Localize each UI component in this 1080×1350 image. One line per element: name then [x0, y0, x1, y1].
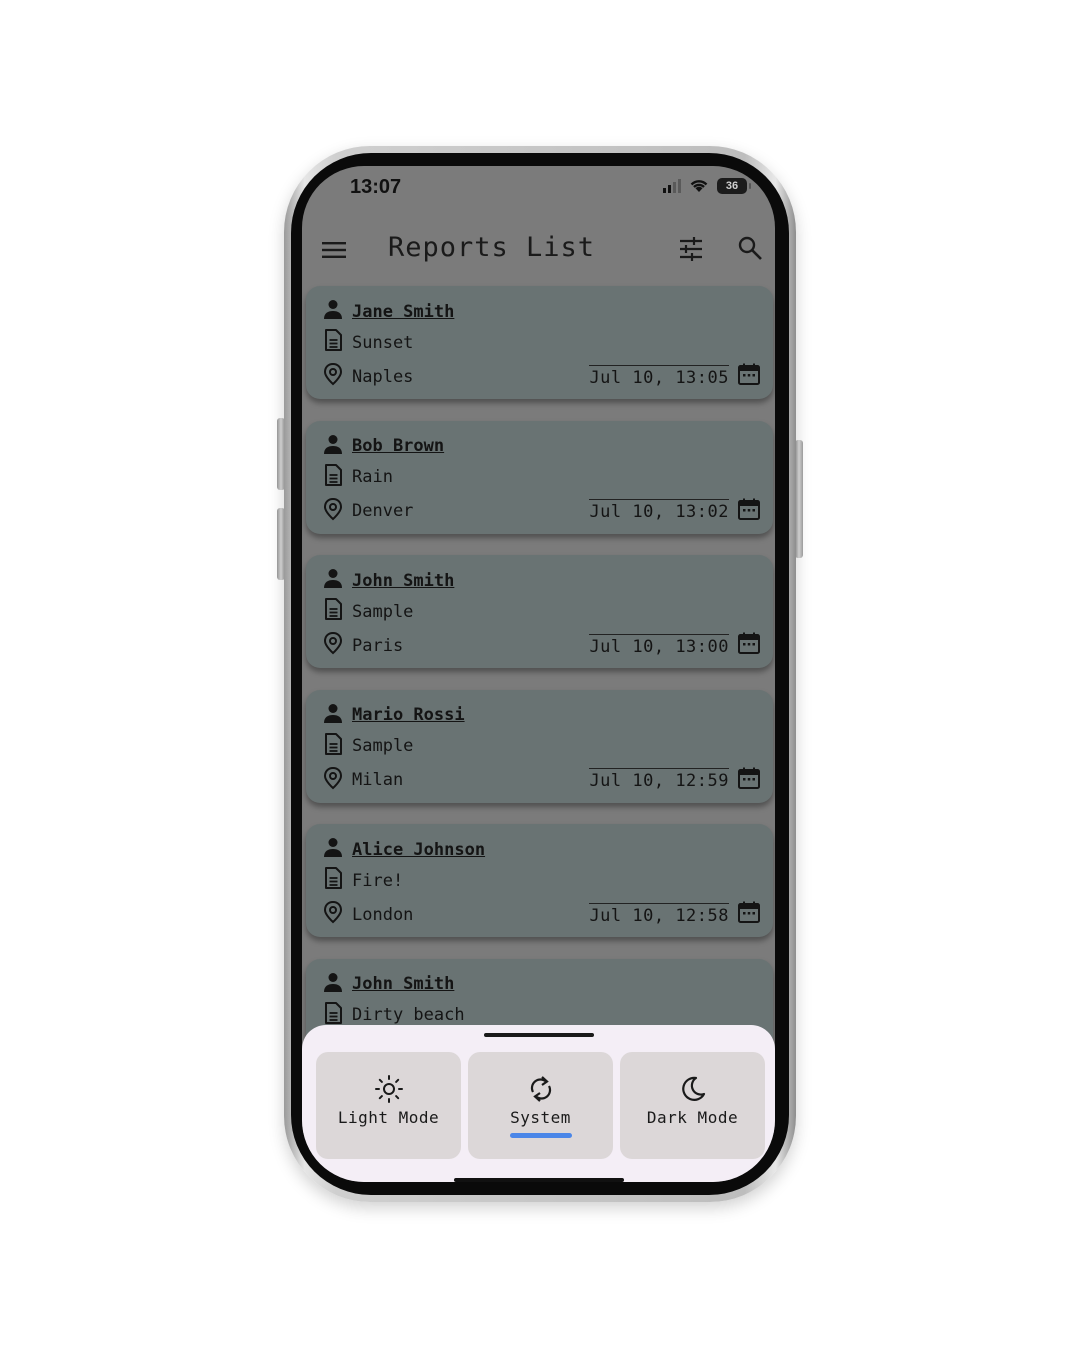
selected-indicator	[509, 1133, 572, 1138]
sheet-drag-handle[interactable]	[484, 1033, 594, 1037]
document-icon	[322, 732, 344, 761]
person-icon	[322, 836, 344, 863]
calendar-icon[interactable]	[737, 900, 761, 928]
light-mode-label: Light Mode	[337, 1108, 440, 1127]
system-mode-option[interactable]: System	[468, 1052, 613, 1159]
report-title-row: Sunset	[322, 328, 413, 357]
location-row: Naples	[322, 362, 413, 391]
dark-mode-option[interactable]: Dark Mode	[620, 1052, 765, 1159]
report-title: Fire!	[352, 870, 404, 891]
status-time: 13:07	[350, 176, 402, 198]
report-location: Naples	[352, 366, 414, 387]
report-location: London	[352, 904, 414, 925]
person-icon	[322, 567, 344, 594]
report-date: Jul 10, 13:02	[589, 499, 729, 522]
app-bar: Reports List	[302, 222, 775, 278]
report-title-row: Sample	[322, 597, 413, 626]
calendar-icon[interactable]	[737, 362, 761, 390]
person-icon	[322, 702, 344, 729]
location-row: Denver	[322, 497, 413, 526]
location-pin-icon	[322, 631, 344, 660]
report-title: Sample	[352, 736, 414, 756]
battery-level: 36	[725, 180, 739, 192]
dark-mode-label: Dark Mode	[646, 1108, 739, 1127]
report-date: Jul 10, 12:58	[589, 902, 729, 926]
person-icon	[322, 298, 344, 325]
report-title: Sunset	[352, 332, 414, 353]
reporter-row: John Smith	[322, 971, 454, 998]
location-pin-icon	[322, 766, 344, 795]
report-date: Jul 10, 13:05	[589, 364, 729, 388]
reporter-name[interactable]: Jane Smith	[352, 302, 454, 322]
reporter-name[interactable]: Mario Rossi	[352, 705, 465, 725]
report-card[interactable]: Bob Brown Rain Denver Jul 10, 13:02	[306, 420, 773, 534]
status-icons: 36	[663, 178, 751, 194]
search-icon[interactable]	[736, 234, 764, 262]
report-card[interactable]: Jane Smith Sunset Naples Jul 10, 13:05	[306, 286, 773, 399]
date-row: Jul 10, 13:00	[589, 631, 761, 659]
report-card[interactable]: John Smith Sample Paris Jul 10, 13:00	[306, 555, 773, 668]
person-icon	[322, 971, 344, 998]
page-title: Reports List	[388, 232, 596, 263]
document-icon	[322, 463, 344, 492]
location-row: London	[322, 900, 413, 929]
reporter-row: Bob Brown	[322, 433, 444, 460]
reporter-row: Alice Johnson	[322, 836, 485, 863]
phone-screen: 13:07 36 Reports List Jane Smith Sunset …	[302, 166, 775, 1182]
signal-icon	[663, 179, 681, 193]
sun-icon	[374, 1075, 403, 1103]
report-title: Sample	[352, 601, 414, 622]
location-pin-icon	[322, 900, 344, 929]
report-card[interactable]: Alice Johnson Fire! London Jul 10, 12:58	[306, 824, 773, 937]
calendar-icon[interactable]	[737, 766, 761, 794]
reporter-name[interactable]: John Smith	[352, 571, 454, 591]
location-pin-icon	[322, 497, 344, 526]
person-icon	[322, 433, 344, 460]
location-row: Milan	[322, 766, 403, 795]
date-row: Jul 10, 12:58	[589, 900, 761, 928]
reporter-row: John Smith	[322, 567, 454, 594]
report-title: Rain	[352, 467, 393, 487]
location-row: Paris	[322, 631, 403, 660]
report-title-row: Fire!	[322, 866, 403, 895]
home-indicator	[454, 1178, 624, 1182]
power-button	[795, 440, 803, 558]
reporter-name[interactable]: John Smith	[352, 974, 454, 994]
calendar-icon[interactable]	[737, 631, 761, 659]
report-title: Dirty beach	[352, 1005, 465, 1025]
document-icon	[322, 328, 344, 357]
menu-icon[interactable]	[320, 236, 348, 264]
date-row: Jul 10, 13:05	[589, 362, 761, 390]
sync-icon	[530, 1076, 551, 1102]
report-date: Jul 10, 12:59	[589, 768, 729, 791]
report-location: Milan	[352, 770, 404, 790]
document-icon	[322, 597, 344, 626]
wifi-icon	[690, 180, 708, 192]
reporter-name[interactable]: Bob Brown	[352, 436, 444, 456]
tune-icon[interactable]	[676, 234, 706, 264]
calendar-icon[interactable]	[737, 497, 761, 525]
date-row: Jul 10, 12:59	[589, 766, 761, 794]
date-row: Jul 10, 13:02	[589, 497, 761, 525]
report-title-row: Sample	[322, 732, 413, 761]
report-card[interactable]: Mario Rossi Sample Milan Jul 10, 12:59	[306, 689, 773, 803]
location-pin-icon	[322, 362, 344, 391]
reporter-name[interactable]: Alice Johnson	[352, 840, 485, 860]
report-location: Denver	[352, 501, 414, 521]
report-date: Jul 10, 13:00	[589, 633, 729, 657]
theme-bottom-sheet: Light Mode System Dark Mode	[302, 1025, 775, 1182]
system-mode-label: System	[510, 1108, 571, 1127]
reporter-row: Jane Smith	[322, 298, 454, 325]
report-location: Paris	[352, 635, 404, 656]
report-title-row: Rain	[322, 463, 393, 492]
moon-icon	[681, 1076, 705, 1101]
light-mode-option[interactable]: Light Mode	[316, 1052, 461, 1159]
reporter-row: Mario Rossi	[322, 702, 465, 729]
document-icon	[322, 866, 344, 895]
battery-icon: 36	[717, 178, 751, 194]
